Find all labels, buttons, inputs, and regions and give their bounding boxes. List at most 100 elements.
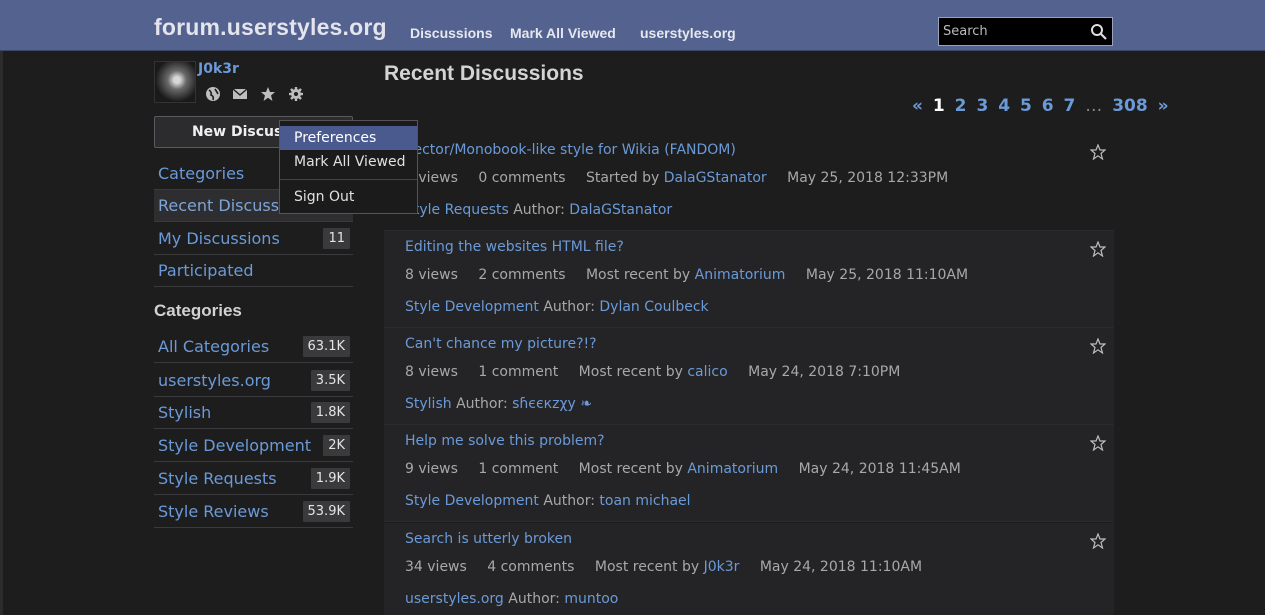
date: May 24, 2018 11:45AM	[798, 461, 961, 477]
category-label: userstyles.org	[158, 371, 271, 390]
sidebar-item-my-discussions[interactable]: My Discussions 11	[154, 223, 353, 255]
by-label: Most recent by	[585, 267, 691, 283]
comment-count: 0 comments	[478, 170, 566, 186]
left-edge	[0, 51, 3, 615]
user-link[interactable]: calico	[687, 364, 727, 380]
bookmark-star-icon[interactable]	[1090, 533, 1106, 549]
nav-discussions[interactable]: Discussions	[410, 25, 492, 41]
author-link[interactable]: toan michael	[599, 493, 690, 509]
discussion-meta: 8 views 1 comment Most recent by calico …	[405, 364, 900, 380]
user-link[interactable]: Animatorium	[687, 461, 778, 477]
category-userstyles[interactable]: userstyles.org 3.5K	[154, 365, 353, 397]
mail-icon[interactable]	[232, 86, 248, 102]
discussion-title[interactable]: Can't chance my picture?!?	[405, 336, 597, 352]
category-style-reviews[interactable]: Style Reviews 53.9K	[154, 496, 353, 528]
pager-page-last[interactable]: 308	[1112, 96, 1148, 116]
search-input[interactable]	[939, 18, 1091, 45]
count-badge: 1.8K	[310, 402, 350, 423]
user-link[interactable]: J0k3r	[704, 559, 740, 575]
site-title[interactable]: forum.userstyles.org	[154, 14, 387, 41]
avatar[interactable]	[154, 61, 196, 103]
globe-icon[interactable]	[205, 86, 221, 102]
top-bar: forum.userstyles.org Discussions Mark Al…	[0, 0, 1265, 51]
user-link[interactable]: Animatorium	[695, 267, 786, 283]
pager-page-7[interactable]: 7	[1064, 96, 1076, 116]
pager-page-5[interactable]: 5	[1020, 96, 1032, 116]
comment-count: 2 comments	[478, 267, 566, 283]
category-link[interactable]: Stylish	[405, 396, 452, 412]
author-link[interactable]: sɦєєкzχy ❧	[512, 396, 592, 412]
category-label: All Categories	[158, 337, 270, 356]
author-link[interactable]: muntoo	[564, 591, 618, 607]
pager: « 1 2 3 4 5 6 7 … 308 »	[912, 96, 1173, 116]
username[interactable]: J0k3r	[198, 61, 239, 77]
discussion-category-line: Style Development Author: Dylan Coulbeck	[405, 299, 709, 315]
discussion-category-line: Style Development Author: toan michael	[405, 493, 691, 509]
author-link[interactable]: DalaGStanator	[569, 202, 672, 218]
author-label: Author:	[456, 396, 508, 412]
search-icon[interactable]	[1090, 23, 1107, 40]
author-label: Author:	[543, 493, 595, 509]
comment-count: 1 comment	[478, 364, 559, 380]
menu-item-mark-all-viewed[interactable]: Mark All Viewed	[280, 150, 417, 174]
category-link[interactable]: Style Development	[405, 299, 539, 315]
author-link[interactable]: Dylan Coulbeck	[599, 299, 708, 315]
pager-page-1[interactable]: 1	[933, 96, 945, 116]
category-link[interactable]: userstyles.org	[405, 591, 504, 607]
bookmark-star-icon[interactable]	[1090, 338, 1106, 354]
discussion-item: Can't chance my picture?!? 8 views 1 com…	[384, 328, 1114, 425]
comment-count: 1 comment	[478, 461, 559, 477]
pager-page-3[interactable]: 3	[976, 96, 988, 116]
pager-page-4[interactable]: 4	[998, 96, 1010, 116]
discussion-title[interactable]: Vector/Monobook-like style for Wikia (FA…	[405, 142, 736, 158]
user-link[interactable]: DalaGStanator	[664, 170, 767, 186]
bookmark-star-icon[interactable]	[1090, 435, 1106, 451]
category-style-requests[interactable]: Style Requests 1.9K	[154, 463, 353, 495]
date: May 24, 2018 11:10AM	[759, 559, 923, 575]
discussion-title[interactable]: Search is utterly broken	[405, 531, 572, 547]
comment-count: 4 comments	[487, 559, 575, 575]
bookmark-star-icon[interactable]	[1090, 241, 1106, 257]
star-icon[interactable]	[260, 86, 276, 102]
discussion-title[interactable]: Help me solve this problem?	[405, 433, 605, 449]
count-badge: 63.1K	[302, 336, 350, 357]
categories-heading: Categories	[154, 301, 242, 320]
discussion-category-line: userstyles.org Author: muntoo	[405, 591, 618, 607]
user-menu-dropdown: Preferences Mark All Viewed Sign Out	[279, 120, 418, 214]
count-badge: 3.5K	[310, 370, 350, 391]
category-link[interactable]: Style Requests	[405, 202, 509, 218]
menu-item-sign-out[interactable]: Sign Out	[280, 185, 417, 209]
pager-prev[interactable]: «	[912, 96, 923, 116]
nav-mark-all-viewed[interactable]: Mark All Viewed	[510, 25, 616, 41]
count-badge: 53.9K	[302, 501, 350, 522]
search-box	[938, 17, 1113, 46]
category-stylish[interactable]: Stylish 1.8K	[154, 397, 353, 429]
menu-divider	[280, 179, 417, 180]
bookmark-star-icon[interactable]	[1090, 144, 1106, 160]
pager-next[interactable]: »	[1158, 96, 1169, 116]
discussion-title[interactable]: Editing the websites HTML file?	[405, 239, 624, 255]
nav-userstyles[interactable]: userstyles.org	[640, 25, 736, 41]
pager-page-2[interactable]: 2	[955, 96, 967, 116]
discussion-category-line: Stylish Author: sɦєєкzχy ❧	[405, 396, 592, 412]
page-title: Recent Discussions	[384, 62, 584, 85]
category-all[interactable]: All Categories 63.1K	[154, 331, 353, 363]
count-badge: 1.9K	[310, 468, 350, 489]
count-badge: 2K	[323, 435, 350, 456]
menu-item-preferences[interactable]: Preferences	[280, 126, 417, 150]
pager-page-6[interactable]: 6	[1042, 96, 1054, 116]
category-link[interactable]: Style Development	[405, 493, 539, 509]
count-badge: 11	[323, 228, 350, 249]
discussion-meta: 9 views 1 comment Most recent by Animato…	[405, 461, 961, 477]
category-style-development[interactable]: Style Development 2K	[154, 430, 353, 462]
sidebar-item-participated[interactable]: Participated	[154, 255, 353, 287]
category-label: Style Requests	[158, 469, 277, 488]
discussion-item: Vector/Monobook-like style for Wikia (FA…	[384, 134, 1114, 231]
author-label: Author:	[543, 299, 595, 315]
gear-icon[interactable]	[288, 86, 304, 102]
date: May 25, 2018 12:33PM	[787, 170, 949, 186]
pager-ellipsis: …	[1085, 96, 1103, 116]
by-label: Most recent by	[594, 559, 700, 575]
discussion-meta: 34 views 4 comments Most recent by J0k3r…	[405, 559, 922, 575]
author-label: Author:	[513, 202, 565, 218]
